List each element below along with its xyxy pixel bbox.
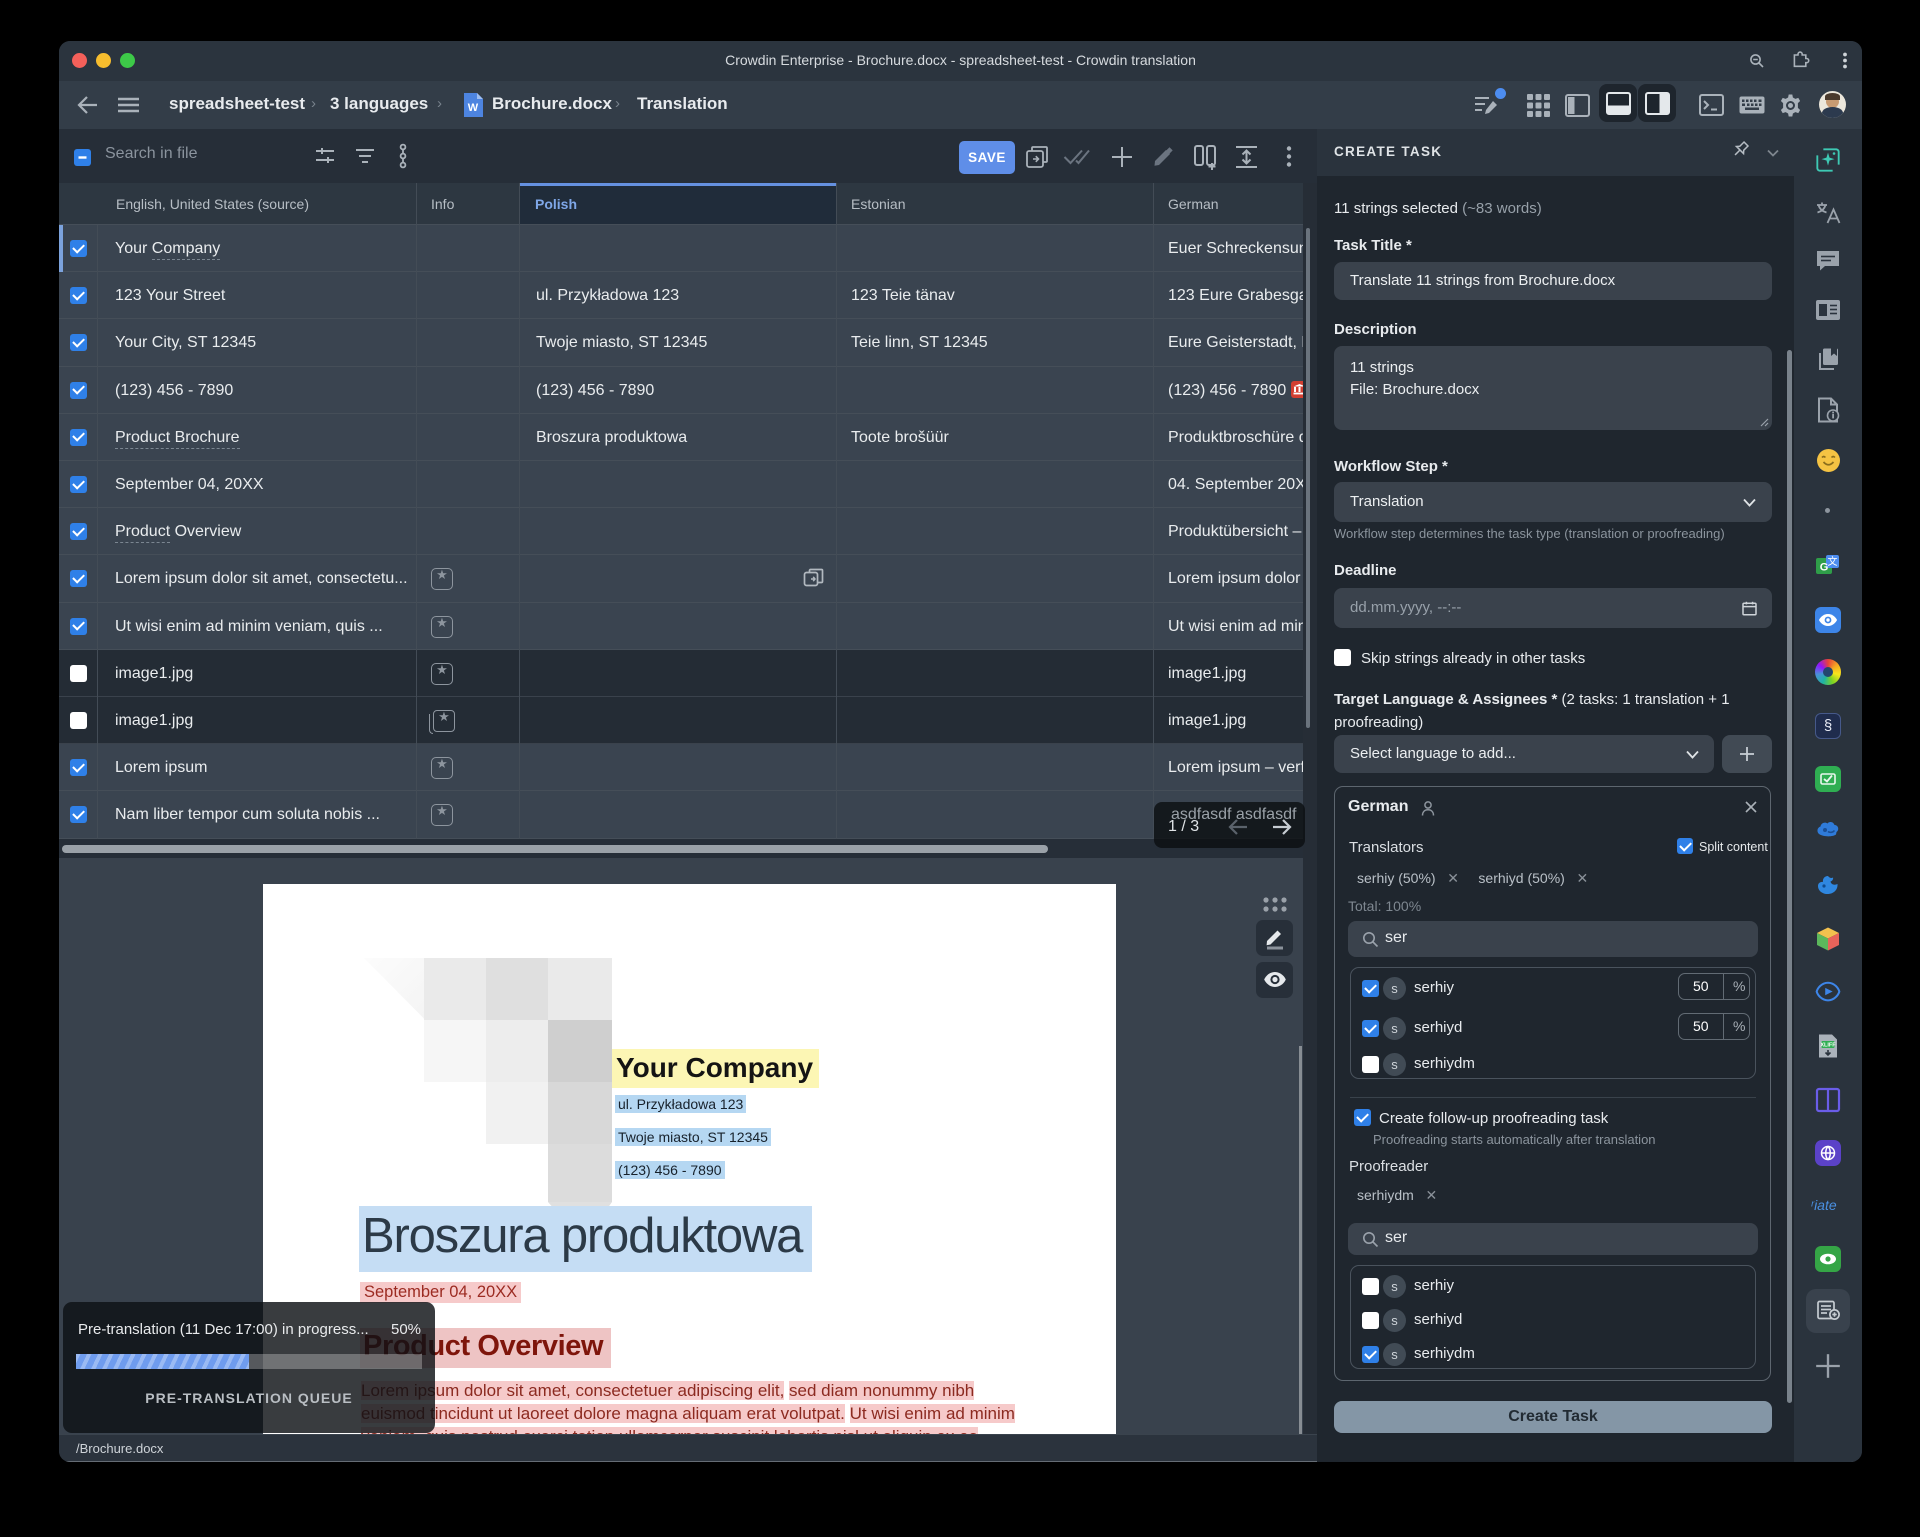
svg-text:文: 文 bbox=[1828, 555, 1838, 568]
svg-text:XLIFF: XLIFF bbox=[1820, 1042, 1836, 1048]
svg-text:W: W bbox=[468, 102, 479, 114]
svg-text:G: G bbox=[1820, 562, 1829, 574]
